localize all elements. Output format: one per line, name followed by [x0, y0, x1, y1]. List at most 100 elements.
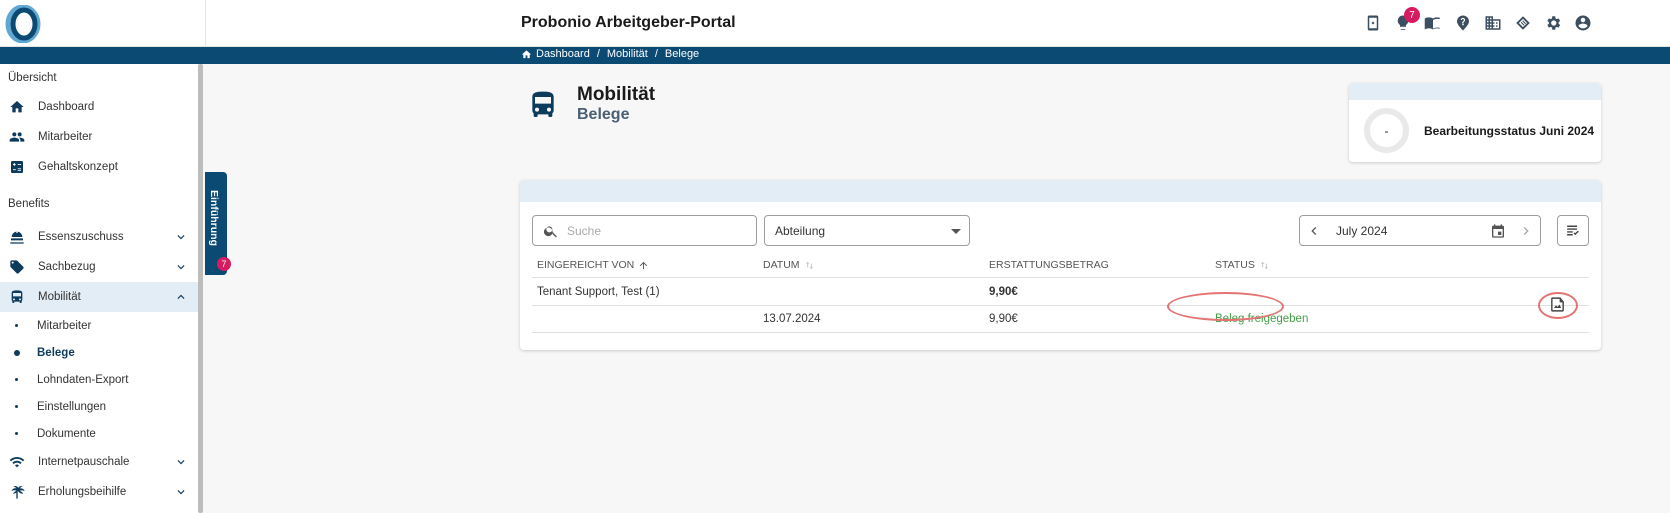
chevron-left-icon[interactable]	[1306, 223, 1322, 239]
sidebar-item-label: Internetpauschale	[38, 456, 130, 468]
sidebar-subitem-label: Belege	[37, 346, 75, 359]
account-icon[interactable]	[1572, 12, 1594, 34]
status-highlight-ring	[1167, 292, 1284, 321]
bullet-dot	[15, 324, 18, 327]
sidebar-item-mobilitaet[interactable]: Mobilität	[0, 282, 202, 312]
sidebar-subitem-lohndaten-export[interactable]: Lohndaten-Export	[0, 366, 202, 393]
bus-icon	[11, 290, 23, 303]
home-icon	[10, 101, 24, 113]
department-select[interactable]: Abteilung	[764, 215, 970, 246]
sidebar: Übersicht Dashboard Mitarbeiter Gehaltsk…	[0, 64, 202, 513]
table-header: EINGEREICHT VON DATUM ERSTATTUNGSBETRAG …	[532, 253, 1589, 278]
sidebar-subitem-mitarbeiter[interactable]: Mitarbeiter	[0, 312, 202, 339]
breadcrumb-belege[interactable]: Belege	[665, 48, 699, 60]
help-icon[interactable]	[1452, 12, 1474, 34]
column-eingereicht-von[interactable]: EINGEREICHT VON	[537, 259, 649, 271]
sidebar-item-label: Sachbezug	[38, 261, 96, 273]
month-value[interactable]: July 2024	[1336, 224, 1387, 238]
page-title: Mobilität	[577, 84, 656, 105]
sidebar-subitem-einstellungen[interactable]: Einstellungen	[0, 393, 202, 420]
probonio-logo[interactable]	[5, 5, 41, 43]
submitter-name: Tenant Support, Test (1)	[537, 286, 660, 298]
chevron-up-icon	[177, 294, 185, 299]
sort-icon	[805, 261, 813, 269]
breadcrumb-mobilitaet[interactable]: Mobilität	[607, 48, 648, 60]
logo-cell	[0, 0, 206, 47]
column-datum[interactable]: DATUM	[763, 259, 815, 271]
page-subtitle: Belege	[577, 106, 630, 123]
sidebar-item-label: Dashboard	[38, 101, 95, 113]
column-status[interactable]: STATUS	[1215, 259, 1270, 271]
sidebar-subitem-label: Mitarbeiter	[37, 319, 92, 332]
building-icon[interactable]	[1482, 12, 1504, 34]
sidebar-item-internetpauschale[interactable]: Internetpauschale	[0, 447, 202, 477]
chevron-right-icon[interactable]	[1518, 223, 1534, 239]
chevron-down-icon	[177, 490, 185, 495]
top-bar: Probonio Arbeitgeber-Portal 7	[0, 0, 1670, 47]
receipt-date: 13.07.2024	[763, 313, 821, 325]
tag-icon	[10, 260, 24, 274]
sidebar-subitem-belege[interactable]: Belege	[0, 339, 202, 366]
column-label: DATUM	[763, 259, 800, 271]
action-highlight-ring	[1538, 292, 1578, 319]
breadcrumb-bar: Dashboard / Mobilität / Belege	[0, 47, 1670, 64]
home-icon	[521, 49, 532, 58]
receipt-amount: 9,90€	[989, 313, 1018, 325]
top-icon-bar: 7	[1362, 7, 1594, 34]
group-amount: 9,90€	[989, 286, 1018, 298]
food-icon	[10, 231, 24, 244]
sidebar-scrollbar[interactable]	[198, 64, 203, 513]
sidebar-item-essenszuschuss[interactable]: Essenszuschuss	[0, 222, 202, 252]
gear-icon[interactable]	[1542, 12, 1564, 34]
status-label: Bearbeitungsstatus Juni 2024	[1424, 124, 1595, 138]
receipts-card-header	[520, 180, 1601, 202]
sidebar-item-mitarbeiter[interactable]: Mitarbeiter	[0, 122, 202, 152]
breadcrumb-dashboard[interactable]: Dashboard	[536, 48, 590, 60]
calendar-icon[interactable]	[1490, 223, 1506, 239]
palm-icon	[11, 486, 25, 499]
intro-tab[interactable]: Einführung 7	[205, 172, 231, 275]
lightbulb-icon[interactable]: 7	[1392, 7, 1420, 34]
status-value: -	[1384, 123, 1389, 138]
book-icon[interactable]	[1422, 12, 1444, 34]
search-field[interactable]	[532, 215, 757, 246]
sort-icon	[1260, 261, 1269, 269]
calculator-icon	[11, 161, 23, 173]
sidebar-subitem-label: Lohndaten-Export	[37, 373, 129, 386]
sidebar-item-dashboard[interactable]: Dashboard	[0, 92, 202, 122]
sidebar-subitem-label: Einstellungen	[37, 400, 107, 413]
breadcrumb-separator: /	[596, 48, 600, 60]
status-card-header	[1349, 83, 1601, 100]
bullet-dot	[15, 378, 18, 381]
bullet-dot	[14, 349, 20, 356]
sidebar-subitem-dokumente[interactable]: Dokumente	[0, 420, 202, 447]
phone-icon[interactable]	[1362, 12, 1384, 34]
column-label: ERSTATTUNGSBETRAG	[989, 259, 1109, 271]
search-icon	[543, 225, 557, 237]
export-list-button[interactable]	[1557, 215, 1589, 246]
status-card: - Bearbeitungsstatus Juni 2024	[1349, 83, 1601, 162]
sidebar-item-gehaltskonzept[interactable]: Gehaltskonzept	[0, 152, 202, 182]
caret-down-icon	[951, 229, 961, 234]
sidebar-item-label: Mitarbeiter	[38, 131, 93, 143]
chevron-down-icon	[177, 265, 185, 270]
handshake-icon[interactable]	[1512, 12, 1534, 34]
intro-badge: 7	[217, 257, 231, 271]
search-input[interactable]	[567, 223, 747, 238]
wifi-icon	[9, 457, 25, 468]
sidebar-item-label: Essenszuschuss	[38, 231, 124, 243]
app-title: Probonio Arbeitgeber-Portal	[521, 14, 736, 31]
sidebar-section-benefits: Benefits	[8, 198, 50, 210]
list-check-icon	[1566, 225, 1579, 236]
receipts-card: Abteilung July 2024 EINGEREICHT VON DATU…	[520, 180, 1601, 350]
sidebar-item-label: Erholungsbeihilfe	[38, 486, 127, 498]
table-group-row[interactable]: Tenant Support, Test (1) 9,90€	[532, 279, 1589, 306]
bullet-dot	[15, 432, 18, 435]
bus-icon	[532, 91, 554, 117]
sidebar-item-erholungsbeihilfe[interactable]: Erholungsbeihilfe	[0, 477, 202, 507]
chevron-down-icon	[177, 460, 185, 465]
table-row[interactable]: 13.07.2024 9,90€ Beleg freigegeben	[532, 306, 1589, 333]
breadcrumb-separator: /	[654, 48, 658, 60]
sidebar-item-sachbezug[interactable]: Sachbezug	[0, 252, 202, 282]
column-erstattungsbetrag: ERSTATTUNGSBETRAG	[989, 259, 1109, 271]
